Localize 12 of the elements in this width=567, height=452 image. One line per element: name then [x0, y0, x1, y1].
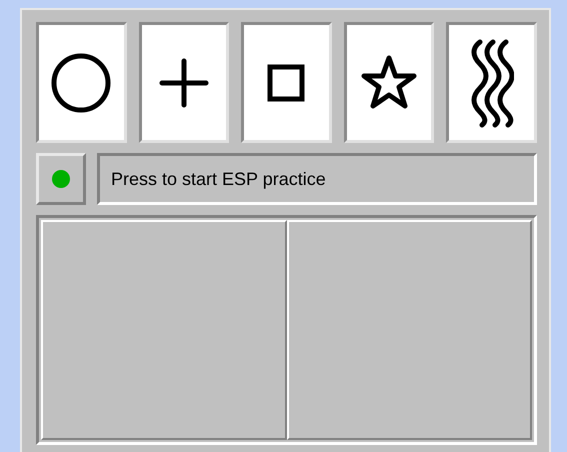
symbol-card[interactable]	[241, 22, 332, 143]
message-field: Press to start ESP practice	[97, 153, 537, 205]
start-button[interactable]	[36, 153, 86, 205]
circle-icon	[50, 52, 112, 114]
symbol-card[interactable]	[36, 22, 127, 143]
symbol-card[interactable]	[344, 22, 434, 143]
symbol-card[interactable]	[138, 22, 230, 143]
symbol-card[interactable]	[446, 22, 537, 143]
square-icon	[267, 64, 306, 102]
star-icon	[360, 54, 418, 110]
plus-icon	[158, 58, 209, 108]
waves-icon	[470, 38, 514, 128]
